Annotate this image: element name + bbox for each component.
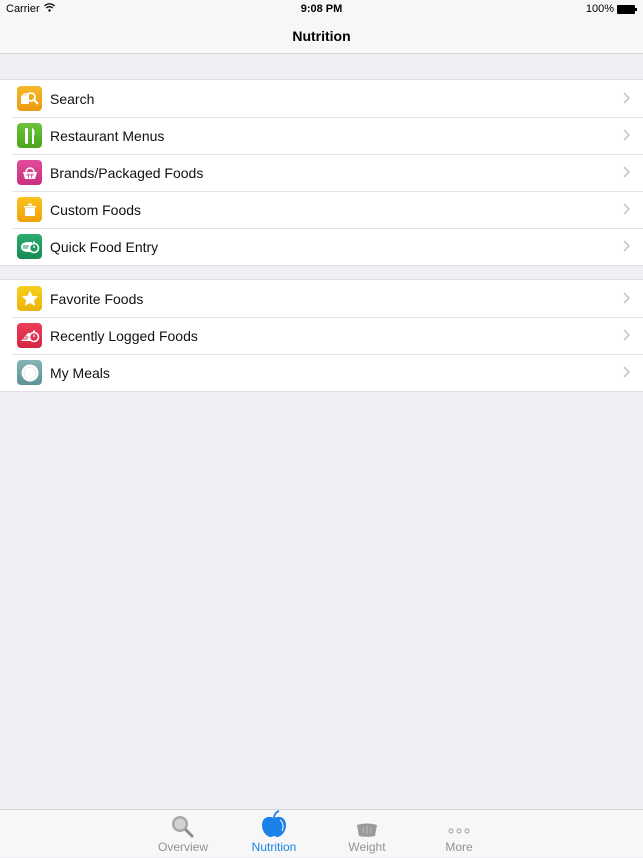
tab-label: Overview [158,840,208,854]
status-bar: Carrier 9:08 PM 100% [0,0,643,18]
plate-icon [17,360,42,385]
tab-label: Weight [348,840,385,854]
chevron-right-icon [623,165,630,183]
quick-entry-icon [17,234,42,259]
star-icon [17,286,42,311]
list-item-label: Quick Food Entry [50,239,158,255]
chevron-right-icon [623,328,630,346]
food-sources-group: Search Restaurant Menus Brands/Pack [0,79,643,266]
chevron-right-icon [623,239,630,257]
chevron-right-icon [623,365,630,383]
battery-full-icon [617,5,637,14]
basket-icon [17,160,42,185]
tab-more[interactable]: More [419,810,499,858]
tab-bar: Overview Nutrition Weight [0,809,643,857]
list-item-recently-logged-foods[interactable]: Recently Logged Foods [0,317,643,354]
scale-icon [356,810,378,838]
list-item-custom-foods[interactable]: Custom Foods [0,191,643,228]
apple-icon [260,810,288,838]
battery-info: 100% [586,3,637,15]
tab-weight[interactable]: Weight [327,810,407,858]
fork-knife-icon [17,123,42,148]
navigation-bar: Nutrition [0,18,643,54]
list-item-search[interactable]: Search [0,80,643,117]
list-item-label: Custom Foods [50,202,141,218]
search-food-icon [17,86,42,111]
list-item-favorite-foods[interactable]: Favorite Foods [0,280,643,317]
saved-foods-group: Favorite Foods Recently Logged Foods [0,279,643,392]
list-item-my-meals[interactable]: My Meals [0,354,643,391]
status-time: 9:08 PM [0,3,643,15]
battery-percent: 100% [586,3,614,15]
more-dots-icon [448,810,470,838]
tab-overview[interactable]: Overview [143,810,223,858]
chevron-right-icon [623,128,630,146]
chevron-right-icon [623,91,630,109]
recent-timer-icon [17,323,42,348]
list-item-label: Recently Logged Foods [50,328,198,344]
list-item-restaurant-menus[interactable]: Restaurant Menus [0,117,643,154]
list-item-label: My Meals [50,365,110,381]
list-item-brands-packaged-foods[interactable]: Brands/Packaged Foods [0,154,643,191]
chevron-right-icon [623,291,630,309]
page-title: Nutrition [292,28,350,44]
pot-icon [17,197,42,222]
list-item-label: Brands/Packaged Foods [50,165,203,181]
list-item-label: Search [50,91,94,107]
list-item-label: Favorite Foods [50,291,143,307]
list-item-label: Restaurant Menus [50,128,164,144]
magnifier-icon [170,810,196,838]
tab-label: More [445,840,472,854]
list-item-quick-food-entry[interactable]: Quick Food Entry [0,228,643,265]
chevron-right-icon [623,202,630,220]
tab-label: Nutrition [252,840,297,854]
tab-nutrition[interactable]: Nutrition [234,810,314,858]
